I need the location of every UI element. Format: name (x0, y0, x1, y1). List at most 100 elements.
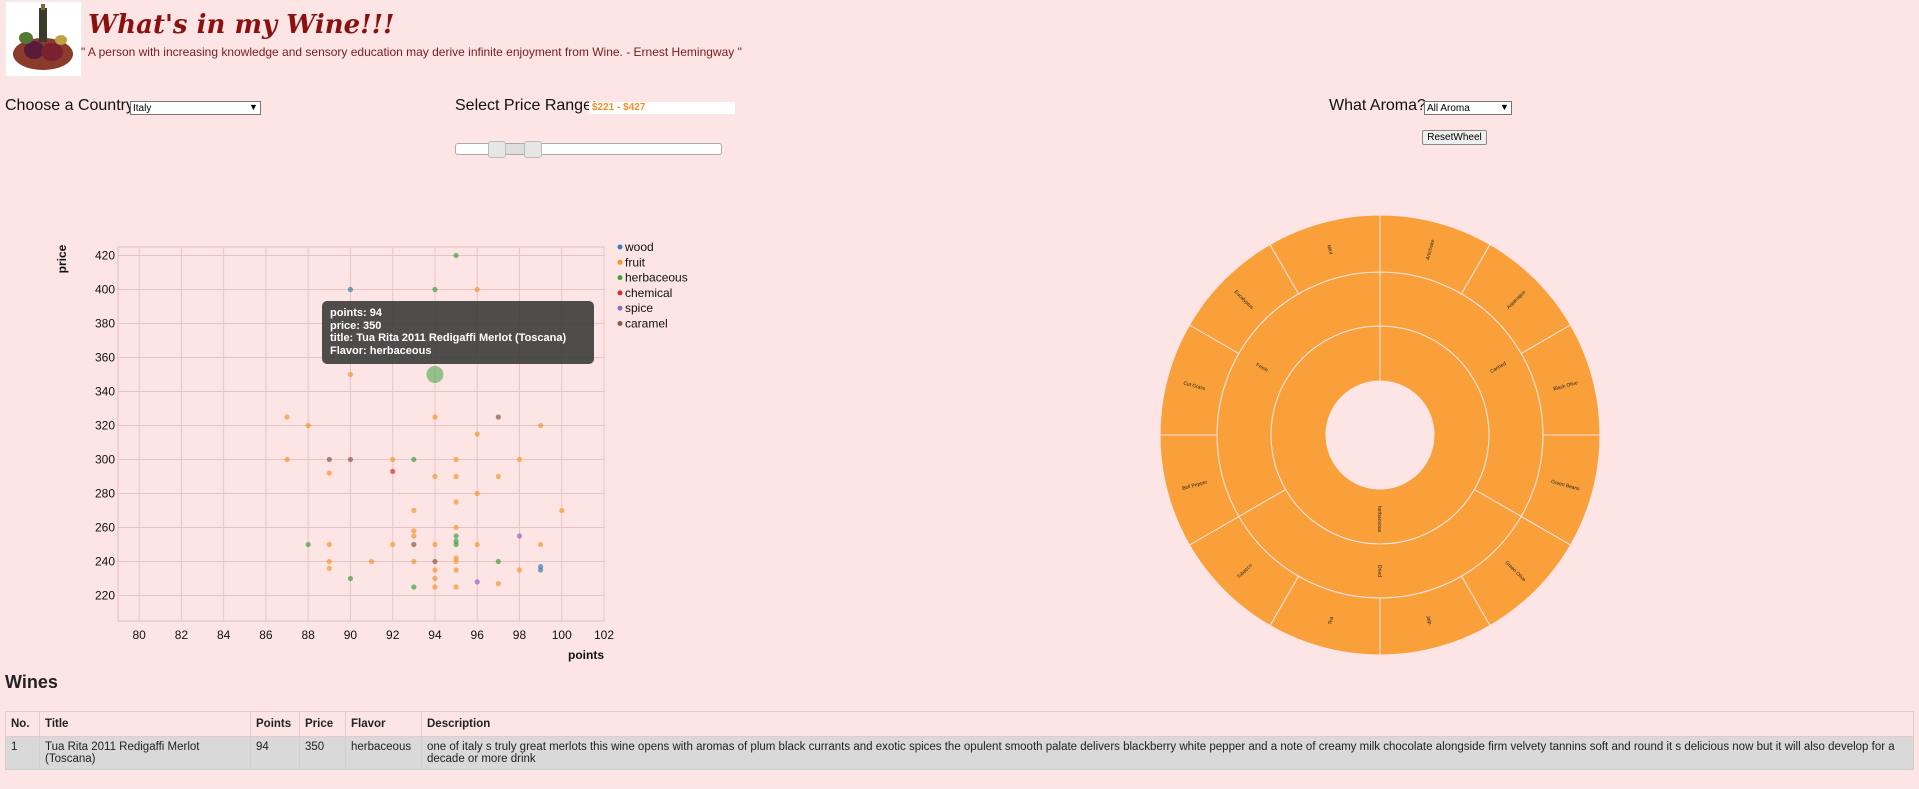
price-slider-min-handle[interactable] (488, 141, 506, 158)
data-point (495, 473, 501, 480)
data-point (432, 558, 438, 565)
tooltip-flavor: Flavor: herbaceous (330, 344, 432, 357)
data-point (347, 456, 354, 463)
data-point (411, 533, 417, 539)
data-point (495, 558, 501, 565)
y-tick-label: 280 (95, 487, 115, 501)
data-point (326, 456, 332, 463)
data-point (432, 414, 438, 420)
legend-swatch (617, 244, 623, 250)
data-point (538, 422, 544, 429)
tooltip-price: price: 350 (330, 319, 382, 332)
point-tooltip: points: 94 price: 350 title: Tua Rita 20… (322, 301, 594, 364)
table-row[interactable]: 1 Tua Rita 2011 Redigaffi Merlot (Toscan… (5, 736, 1914, 770)
data-point (284, 414, 290, 420)
data-point (453, 555, 459, 561)
x-tick-label: 94 (428, 628, 442, 642)
data-point (516, 456, 523, 463)
data-point (474, 579, 480, 585)
quote-text: " A person with increasing knowledge and… (81, 45, 742, 59)
data-point (453, 456, 459, 463)
data-point (411, 456, 417, 463)
x-tick-label: 80 (132, 628, 146, 642)
x-tick-label: 98 (513, 628, 527, 642)
price-label: Select Price Range: (455, 97, 597, 114)
data-point (474, 541, 480, 548)
data-point (284, 456, 290, 463)
data-point (432, 541, 438, 548)
data-point (453, 538, 459, 544)
y-tick-label: 260 (95, 521, 115, 535)
cell-description: one of italy s truly great merlots this … (421, 736, 1914, 770)
data-point (432, 575, 438, 582)
data-point (411, 541, 417, 548)
scatter-chart: 80 82 84 86 88 90 92 94 96 98 100 102 220 240 260 280 30… (55, 240, 688, 662)
x-tick-label: 82 (175, 628, 189, 642)
table-header-row: No. Title Points Price Flavor Descriptio… (5, 711, 1914, 737)
data-point (326, 558, 332, 565)
data-point (390, 456, 396, 463)
highlighted-point (426, 366, 444, 383)
legend-swatch (617, 305, 623, 311)
country-select[interactable]: Italy (130, 101, 261, 115)
price-slider[interactable] (455, 141, 722, 158)
legend-swatch (617, 321, 623, 326)
x-tick-label: 86 (259, 628, 273, 642)
data-point (326, 565, 332, 571)
data-point (432, 584, 438, 590)
data-point (474, 431, 480, 437)
legend-label: chemical (625, 286, 672, 300)
col-header-price: Price (299, 711, 346, 737)
wheel-center-label: herbaceous (1376, 506, 1382, 533)
x-tick-label: 100 (552, 628, 572, 642)
data-point (347, 286, 354, 293)
legend-label: spice (625, 301, 653, 315)
legend-swatch (617, 290, 623, 296)
x-tick-label: 90 (344, 628, 358, 642)
y-tick-label: 220 (95, 589, 115, 603)
data-point (368, 558, 375, 565)
data-point (453, 567, 459, 573)
wines-heading: Wines (5, 672, 58, 692)
data-point (453, 499, 459, 505)
page-title: What's in my Wine!!! (88, 10, 395, 40)
legend-swatch (617, 259, 623, 265)
y-tick-label: 340 (95, 385, 115, 399)
data-point (453, 473, 459, 480)
data-point (559, 507, 565, 514)
data-point (432, 567, 438, 573)
col-header-no: No. (5, 711, 40, 737)
aroma-wheel[interactable]: herbaceousCannedDriedFreshArtichokeAspar… (1160, 215, 1600, 655)
y-axis-label: price (55, 244, 69, 273)
data-point (411, 558, 417, 565)
y-tick-label: 240 (95, 555, 115, 569)
y-tick-label: 300 (95, 453, 115, 467)
data-point (453, 584, 459, 590)
data-point (347, 575, 354, 582)
legend-label: herbaceous (625, 271, 688, 285)
x-tick-label: 88 (301, 628, 315, 642)
price-slider-max-handle[interactable] (524, 141, 542, 158)
data-point (495, 581, 501, 587)
y-tick-label: 320 (95, 419, 115, 433)
cell-title: Tua Rita 2011 Redigaffi Merlot (Toscana) (39, 736, 251, 770)
cell-flavor: herbaceous (345, 736, 422, 770)
legend-swatch (617, 275, 623, 281)
cell-price: 350 (299, 736, 346, 770)
col-header-description: Description (421, 711, 1914, 737)
x-axis-label: points (568, 648, 604, 662)
data-point (390, 541, 396, 548)
data-point (305, 422, 311, 429)
data-point (538, 541, 544, 548)
cell-points: 94 (250, 736, 300, 770)
data-point (432, 473, 438, 480)
legend-label: wood (624, 240, 654, 254)
aroma-select[interactable]: All Aroma (1424, 101, 1512, 115)
data-point (538, 567, 544, 573)
data-point (411, 528, 417, 534)
reset-wheel-button[interactable]: ResetWheel (1422, 130, 1487, 145)
x-tick-label: 102 (594, 628, 614, 642)
chart-legend: woodfruit herbaceouschemicalspice caramel (617, 240, 688, 331)
data-point (326, 541, 332, 548)
legend-label: fruit (625, 255, 646, 269)
